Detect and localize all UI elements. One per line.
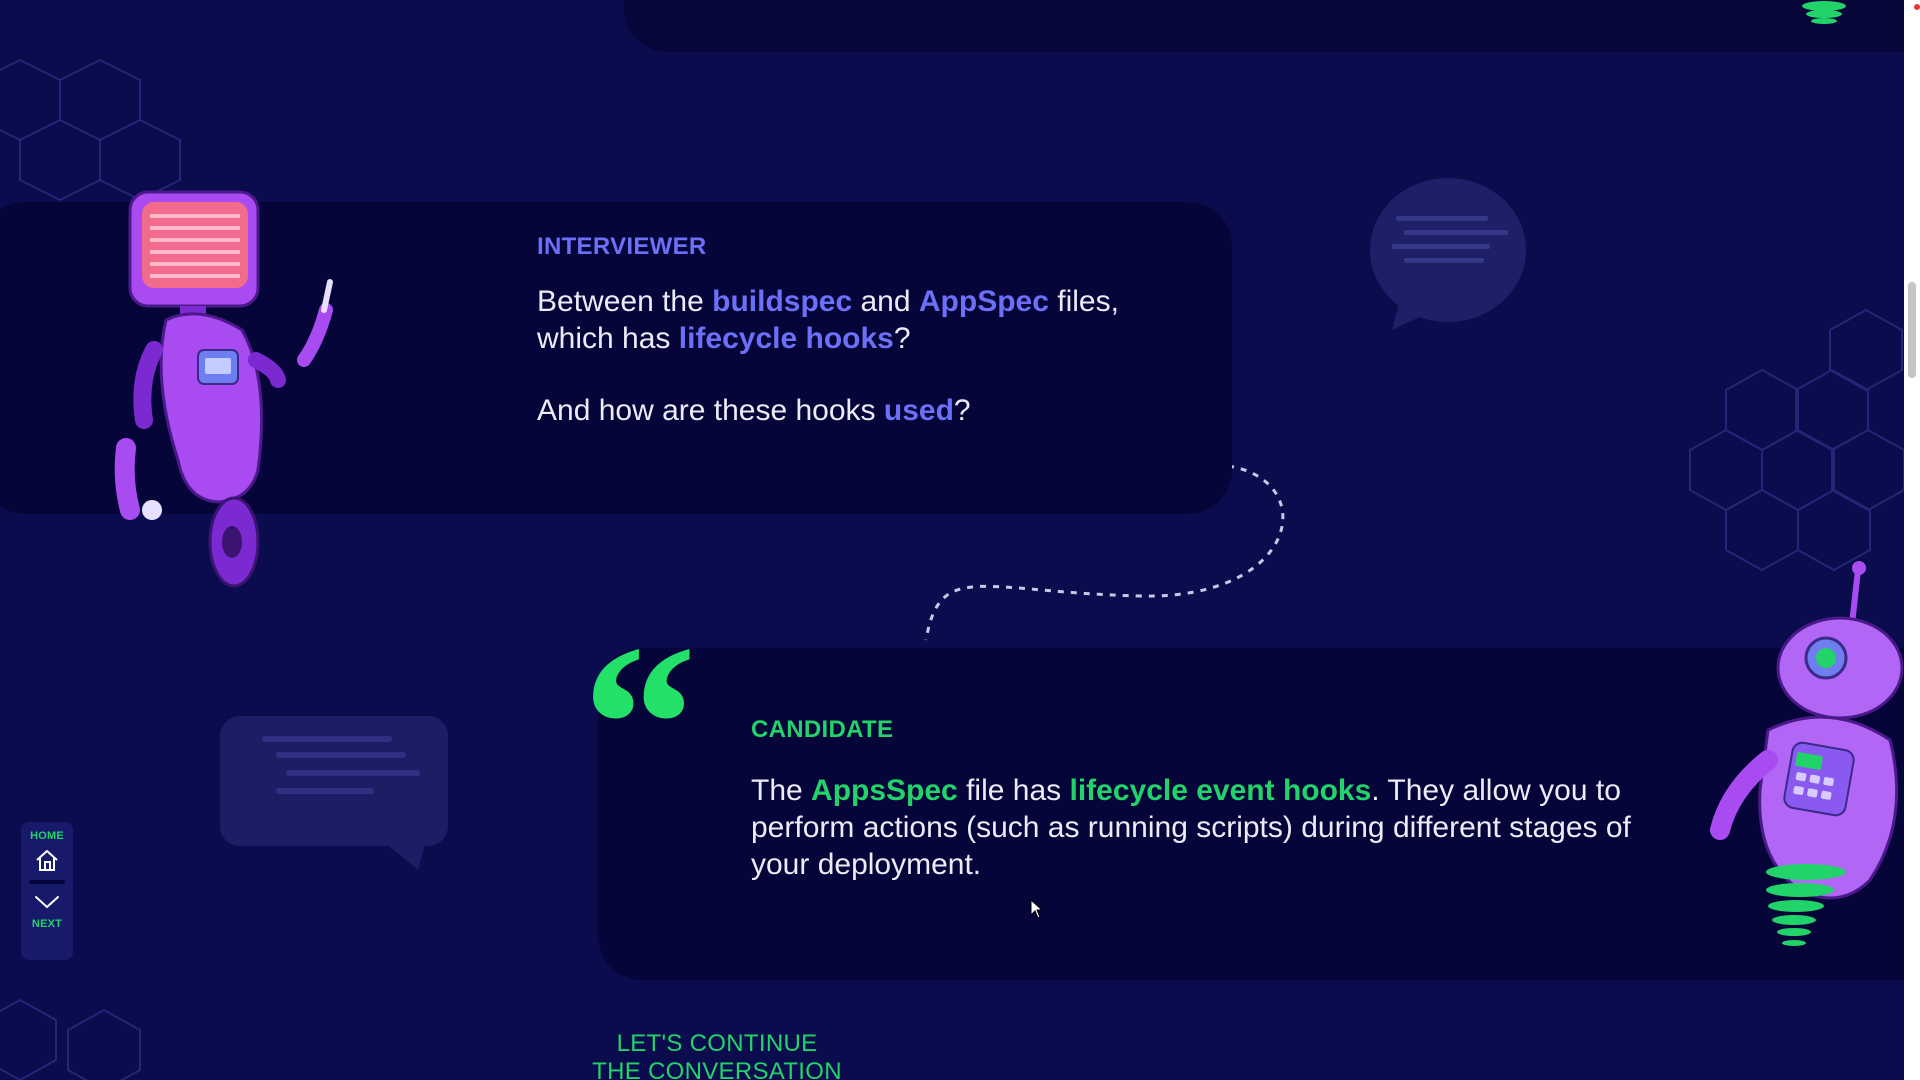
hexagon-pattern-top-left: [0, 58, 181, 202]
text-segment: and: [852, 285, 919, 318]
continue-line-2: THE CONVERSATION: [592, 1058, 842, 1080]
candidate-robot-illustration: [1710, 561, 1904, 946]
keyword-appspec: AppSpec: [918, 285, 1049, 318]
scrollbar-track[interactable]: [1904, 0, 1920, 1080]
question-paragraph-1: Between the buildspec and AppSpec files,…: [537, 283, 1177, 357]
continue-line-1: LET'S CONTINUE: [616, 1030, 818, 1057]
nav-divider: [29, 880, 65, 884]
quote-mark-icon: “: [582, 597, 697, 852]
side-navigation: HOME NEXT: [21, 822, 73, 960]
text-segment: which has: [537, 322, 679, 355]
interviewer-label: INTERVIEWER: [537, 233, 707, 260]
chevron-down-icon[interactable]: [33, 894, 61, 910]
interviewer-robot-illustration: [114, 190, 333, 588]
keyword-appsspec: AppsSpec: [811, 774, 958, 807]
previous-message-card: [624, 0, 1904, 52]
text-segment: Between the: [537, 285, 713, 318]
text-segment: file has: [957, 774, 1070, 807]
home-icon[interactable]: [34, 848, 60, 872]
hexagon-pattern-bottom-left: [0, 998, 141, 1080]
robot-spring-top-icon: [1802, 1, 1846, 24]
interviewer-question: Between the buildspec and AppSpec files,…: [537, 283, 1177, 429]
keyword-used: used: [883, 394, 954, 427]
text-segment: ?: [953, 394, 971, 427]
speech-bubble-faint-right: [1370, 178, 1526, 330]
text-segment: The: [751, 774, 812, 807]
mouse-cursor-icon: [1030, 899, 1044, 919]
continue-conversation-link[interactable]: LET'S CONTINUE THE CONVERSATION: [592, 1030, 842, 1080]
hexagon-pattern-right: [1689, 308, 1905, 572]
keyword-lifecycle-hooks: lifecycle hooks: [678, 322, 894, 355]
home-label[interactable]: HOME: [30, 830, 64, 842]
speech-bubble-faint-left: [220, 716, 448, 870]
text-segment: ?: [893, 322, 911, 355]
keyword-lifecycle-event-hooks: lifecycle event hooks: [1069, 774, 1372, 807]
candidate-answer: The AppsSpec file has lifecycle event ho…: [751, 772, 1651, 883]
scroll-indicator-dot: [1914, 4, 1920, 10]
candidate-label: CANDIDATE: [751, 716, 894, 743]
text-segment: files,: [1048, 285, 1119, 318]
question-paragraph-2: And how are these hooks used?: [537, 392, 1177, 429]
keyword-buildspec: buildspec: [712, 285, 853, 318]
scrollbar-thumb[interactable]: [1908, 282, 1916, 378]
next-label[interactable]: NEXT: [32, 918, 62, 930]
text-segment: And how are these hooks: [537, 394, 884, 427]
